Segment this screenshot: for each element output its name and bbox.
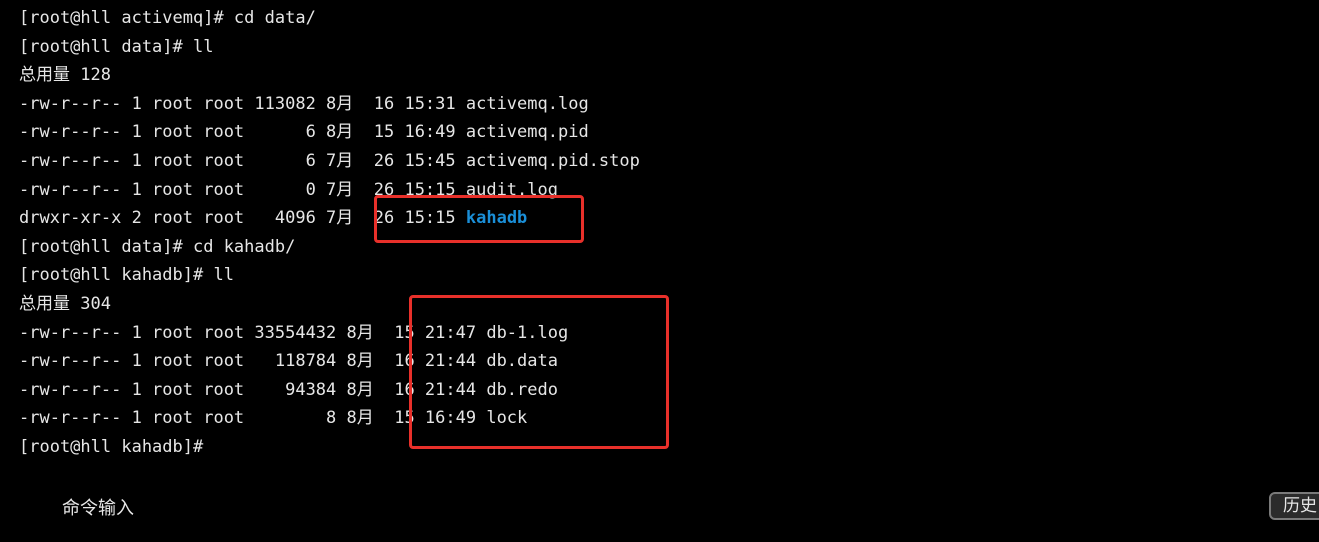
terminal-line: [root@hll activemq]# cd data/ (19, 8, 316, 28)
terminal-line: [root@hll kahadb]# ll (19, 265, 234, 286)
terminal-line: [root@hll data]# cd kahadb/ (19, 236, 296, 257)
terminal-line: -rw-r--r-- 1 root root 6 8月 15 16:49 act… (19, 122, 589, 143)
terminal-line: -rw-r--r-- 1 root root 6 7月 26 15:45 act… (19, 150, 640, 171)
terminal-line-directory: drwxr-xr-x 2 root root 4096 7月 26 15:15 … (19, 204, 1299, 233)
annotation-box-kahadb (374, 195, 584, 243)
terminal-line: -rw-r--r-- 1 root root 113082 8月 16 15:3… (19, 93, 589, 114)
terminal-line: -rw-r--r-- 1 root root 0 7月 26 15:15 aud… (19, 179, 558, 200)
terminal-line: 总用量 128 (19, 65, 111, 86)
terminal-line: [root@hll data]# ll (19, 36, 214, 57)
annotation-box-kahadb-files (409, 295, 669, 449)
history-button[interactable]: 历史 (1269, 492, 1319, 520)
command-input-label[interactable]: 命令输入 (62, 494, 134, 520)
